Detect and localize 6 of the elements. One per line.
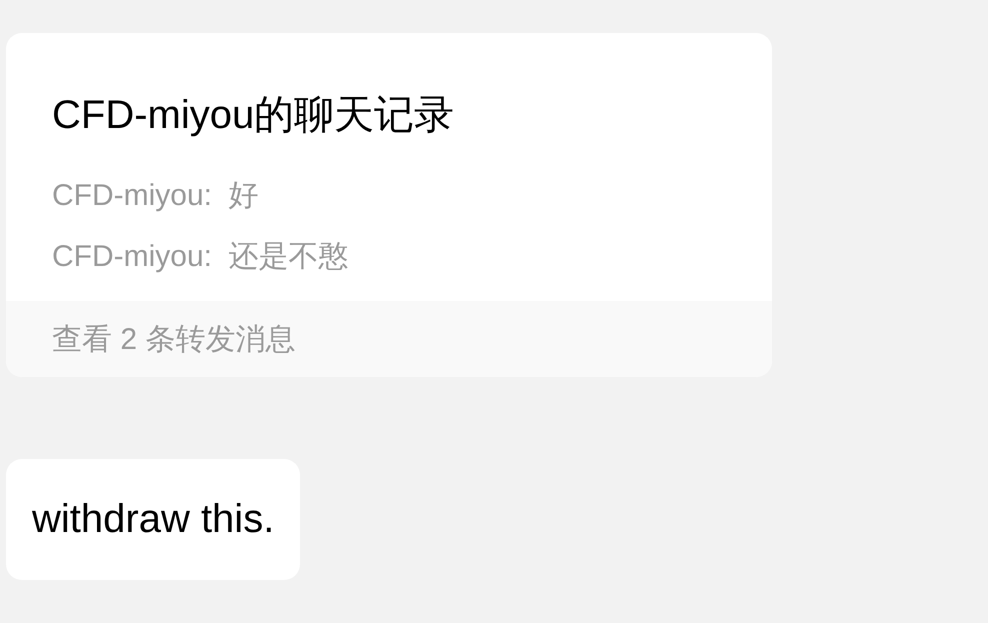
forwarded-chat-card[interactable]: CFD-miyou的聊天记录 CFD-miyou: 好 CFD-miyou: 还是不憨 查看 2 条转发消息: [6, 33, 772, 377]
message-preview: CFD-miyou: 还是不憨: [52, 239, 350, 275]
view-messages-label: 查看 2 条转发消息: [52, 322, 296, 358]
card-title: CFD-miyou的聊天记录: [52, 92, 456, 139]
message-text: withdraw this.: [32, 497, 274, 542]
message-preview: CFD-miyou: 好: [52, 178, 260, 214]
